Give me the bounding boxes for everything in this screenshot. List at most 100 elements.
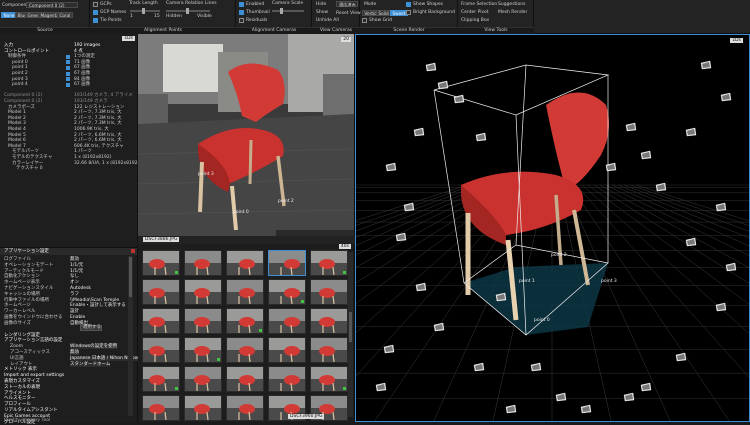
setting-value[interactable]: Enable・設計して表示する xyxy=(70,303,126,308)
camera-relation-slider[interactable] xyxy=(166,8,210,14)
setting-label: アコースティックス xyxy=(10,350,50,355)
view-cameras-group: Hide Show Unhide All 適応済み Reset View Vie… xyxy=(312,0,361,34)
setting-value[interactable]: \\Meadia\Scan Temple xyxy=(70,298,119,303)
tree-row-value: 67 画像 xyxy=(74,65,91,71)
image-thumbnail[interactable] xyxy=(310,366,348,392)
image-thumbnail[interactable] xyxy=(268,279,306,305)
image-thumbnail[interactable] xyxy=(184,279,222,305)
setting-value[interactable]: 無効 xyxy=(70,350,79,355)
checkbox[interactable] xyxy=(93,10,98,15)
section-header[interactable]: リアルタイムアシスタント xyxy=(4,408,58,413)
unhide-all-button[interactable]: Unhide All xyxy=(316,18,339,23)
image-thumbnail[interactable] xyxy=(142,395,180,421)
show-button[interactable]: Show xyxy=(316,10,328,15)
tree-row[interactable]: テクスチャ 0 xyxy=(0,166,137,172)
checkbox[interactable] xyxy=(239,2,244,7)
image-thumbnail[interactable] xyxy=(226,366,264,392)
checkbox[interactable] xyxy=(93,18,98,23)
image-thumbnail[interactable] xyxy=(184,308,222,334)
view-tool-button[interactable]: Suggestions xyxy=(498,2,526,7)
image-gallery: 40s DSCF3960.JPG xyxy=(138,244,355,422)
close-icon[interactable] xyxy=(131,249,135,253)
photo-viewer[interactable]: 20 point 3 point 0 point 2 xyxy=(138,34,355,236)
image-thumbnail[interactable] xyxy=(310,279,348,305)
section-header[interactable]: プロフィール xyxy=(4,402,31,407)
section-header[interactable]: ストーカルの表現 xyxy=(4,385,40,390)
setting-value[interactable]: 設計 xyxy=(70,309,79,314)
section-header[interactable]: ヘルスモニター xyxy=(4,396,36,401)
image-thumbnail[interactable] xyxy=(226,250,264,276)
gallery-tag[interactable]: 40s xyxy=(338,244,351,249)
photo-tag[interactable]: 20 xyxy=(341,37,351,42)
tree-tag[interactable]: 1Ds xyxy=(122,36,135,41)
mode-button[interactable]: Solid xyxy=(376,10,392,16)
checkbox[interactable] xyxy=(362,18,367,23)
setting-value[interactable]: Windowsの設定を使用 xyxy=(70,344,118,350)
settings-scrollbar[interactable] xyxy=(128,256,133,416)
tree-row-label: Model 4 xyxy=(8,127,26,132)
image-thumbnail[interactable] xyxy=(226,337,264,363)
view-mode-dropdown[interactable]: 適応済み xyxy=(336,1,358,7)
setting-value[interactable]: Enable xyxy=(70,315,85,320)
image-thumbnail[interactable] xyxy=(226,279,264,305)
visibility-icon[interactable] xyxy=(66,65,70,70)
image-thumbnail[interactable] xyxy=(184,395,222,421)
image-thumbnail[interactable] xyxy=(268,366,306,392)
visibility-icon[interactable] xyxy=(66,71,70,76)
setting-value[interactable]: スタンダードホーム xyxy=(70,361,111,367)
image-thumbnail[interactable] xyxy=(142,337,180,363)
setting-value[interactable]: 無効 xyxy=(70,257,79,262)
image-thumbnail[interactable] xyxy=(310,308,348,334)
image-thumbnail[interactable] xyxy=(184,337,222,363)
visibility-icon[interactable] xyxy=(66,77,70,82)
image-thumbnail[interactable] xyxy=(142,279,180,305)
setting-value[interactable]: 1/1/元 xyxy=(70,263,83,268)
visibility-icon[interactable] xyxy=(66,60,70,65)
reset-view-button[interactable]: Reset View xyxy=(336,11,361,16)
view-tool-button[interactable]: Center Pivot xyxy=(461,10,489,15)
view-tool-button[interactable]: Clipping Box xyxy=(461,18,489,23)
component-dropdown[interactable]: Component 0 (2) xyxy=(26,2,78,8)
image-thumbnail[interactable] xyxy=(226,395,264,421)
color-button[interactable]: Coral xyxy=(57,12,73,18)
gallery-scrollbar[interactable] xyxy=(348,252,353,417)
visibility-icon[interactable] xyxy=(66,54,70,59)
checkbox[interactable] xyxy=(239,10,244,15)
section-header[interactable]: 表現カスタマイズ xyxy=(4,379,40,384)
image-thumbnail[interactable] xyxy=(268,337,306,363)
image-thumbnail[interactable] xyxy=(142,366,180,392)
image-thumbnail[interactable] xyxy=(268,250,306,276)
track-length-slider[interactable] xyxy=(130,8,160,14)
image-thumbnail[interactable] xyxy=(142,250,180,276)
image-thumbnail[interactable] xyxy=(268,308,306,334)
section-header[interactable]: Import and export settings xyxy=(4,373,64,378)
setting-value[interactable]: なし xyxy=(70,274,79,279)
scene-tag[interactable]: 1Ds xyxy=(730,38,743,43)
checkbox[interactable] xyxy=(239,18,244,23)
visibility-icon[interactable] xyxy=(66,82,70,87)
image-thumbnail[interactable] xyxy=(310,250,348,276)
image-thumbnail[interactable] xyxy=(184,250,222,276)
section-header[interactable]: レンダリング設定 xyxy=(4,333,40,338)
hide-button[interactable]: Hide xyxy=(316,2,326,7)
image-thumbnail[interactable] xyxy=(226,308,264,334)
setting-value[interactable]: オン xyxy=(70,280,79,285)
image-thumbnail[interactable] xyxy=(142,308,180,334)
checkbox-label: Show Grid xyxy=(369,18,393,23)
image-thumbnail[interactable] xyxy=(310,337,348,363)
section-header[interactable]: アライメント xyxy=(4,391,31,396)
bottom-tab[interactable]: Quality imagery Tool xyxy=(4,418,50,423)
setting-value[interactable]: 1/1/元 xyxy=(70,269,83,274)
section-header[interactable]: アプリケーション言語の設定 xyxy=(4,338,62,343)
checkbox[interactable] xyxy=(406,10,411,15)
section-header[interactable]: メトリック 表示 xyxy=(4,367,37,372)
image-thumbnail[interactable] xyxy=(184,366,222,392)
setting-value[interactable]: ラフ xyxy=(70,292,79,297)
checkbox[interactable] xyxy=(93,2,98,7)
checkbox[interactable] xyxy=(406,2,411,7)
setting-value[interactable]: Autodesk xyxy=(70,286,91,291)
3d-scene-view[interactable]: 1Ds point 1 point 3 point 2 point 0 xyxy=(355,34,750,422)
view-tool-button[interactable]: Mesh Render xyxy=(498,10,527,15)
camera-scale-slider[interactable] xyxy=(272,8,304,14)
view-tool-button[interactable]: Frame Selection xyxy=(461,2,497,7)
